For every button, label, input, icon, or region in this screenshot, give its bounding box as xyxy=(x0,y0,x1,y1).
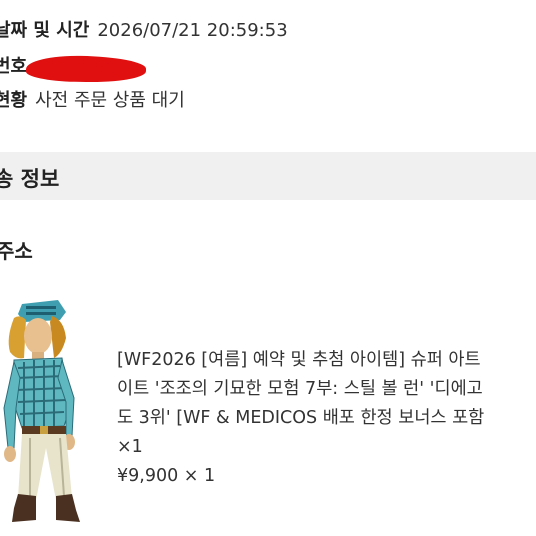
product-price: ¥9,900 × 1 xyxy=(117,466,216,486)
product-info: [WF2026 [여름] 예약 및 추첨 아이템] 슈퍼 아트 이트 '조조의 … xyxy=(117,346,536,491)
address-title: 주소 xyxy=(0,239,33,263)
order-date-label: 날짜 및 시간 xyxy=(0,20,90,41)
product-name-line[interactable]: [WF2026 [여름] 예약 및 추첨 아이템] 슈퍼 아트 xyxy=(117,346,536,375)
order-number-label: 번호 xyxy=(0,56,28,77)
product-name-line[interactable]: 이트 '조조의 기묘한 모험 7부: 스틸 볼 런' '디에고 xyxy=(117,375,536,404)
shipping-section-bar xyxy=(0,152,536,200)
redaction-mark-tail xyxy=(100,62,146,76)
action-figure-illustration xyxy=(3,300,80,522)
shipping-section-title: 송 정보 xyxy=(0,167,60,191)
order-status-label: 현황 xyxy=(0,90,28,111)
order-status-row: 현황 사전 주문 상품 대기 xyxy=(0,89,185,113)
product-name-line[interactable]: 도 3위' [WF & MEDICOS 배포 한정 보너스 포함 xyxy=(117,404,536,433)
order-detail-page: 날짜 및 시간 2026/07/21 20:59:53 번호 현황 사전 주문 상품… xyxy=(0,0,536,536)
order-status-value: 사전 주문 상품 대기 xyxy=(35,90,185,111)
action-figure-image[interactable] xyxy=(0,298,103,528)
order-date-value: 2026/07/21 20:59:53 xyxy=(97,20,288,41)
order-date-row: 날짜 및 시간 2026/07/21 20:59:53 xyxy=(0,19,288,43)
product-quantity: ×1 xyxy=(117,437,143,457)
